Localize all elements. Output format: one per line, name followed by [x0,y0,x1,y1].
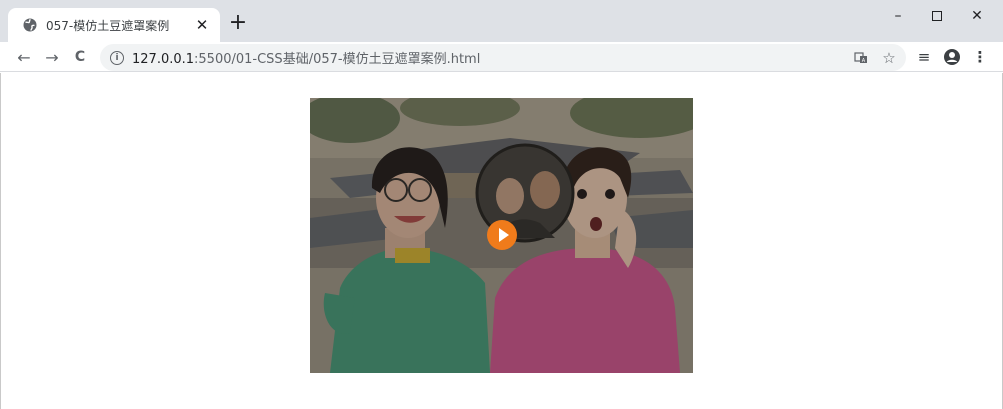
new-tab-button[interactable]: + [228,12,248,34]
browser-toolbar: ← → C i 127.0.0.1:5500/01-CSS基础/057-模仿土豆… [0,42,1003,72]
play-button[interactable] [487,220,517,250]
url-host: 127.0.0.1 [132,52,195,67]
svg-text:A: A [862,58,866,64]
tab-close-icon[interactable]: ✕ [192,15,212,35]
browser-window: 057-模仿土豆遮罩案例 ✕ + – ✕ ← → C i 127.0.0.1:5… [0,0,1003,409]
tab-strip: 057-模仿土豆遮罩案例 ✕ + – ✕ [0,0,1003,42]
play-icon [498,228,509,242]
globe-icon [22,17,38,33]
url-path: :5500/01-CSS基础/057-模仿土豆遮罩案例.html [194,52,481,67]
maximize-icon [932,11,942,21]
address-url: 127.0.0.1:5500/01-CSS基础/057-模仿土豆遮罩案例.htm… [132,48,480,67]
reload-button[interactable]: C [68,45,92,69]
browser-menu-icon[interactable]: ⋮ [969,45,991,69]
address-bar[interactable]: i 127.0.0.1:5500/01-CSS基础/057-模仿土豆遮罩案例.h… [100,44,906,71]
video-thumbnail[interactable] [310,98,693,373]
back-button[interactable]: ← [12,45,36,69]
forward-button[interactable]: → [40,45,64,69]
site-info-icon[interactable]: i [110,50,124,65]
profile-avatar-icon[interactable] [941,45,963,69]
bookmark-star-icon[interactable]: ☆ [880,49,898,67]
tab-title: 057-模仿土豆遮罩案例 [46,18,170,33]
translate-icon[interactable]: A [852,49,870,67]
close-window-button[interactable]: ✕ [954,0,1000,32]
tab-active[interactable]: 057-模仿土豆遮罩案例 ✕ [8,8,220,42]
reading-list-icon[interactable]: ≡ [913,45,935,69]
